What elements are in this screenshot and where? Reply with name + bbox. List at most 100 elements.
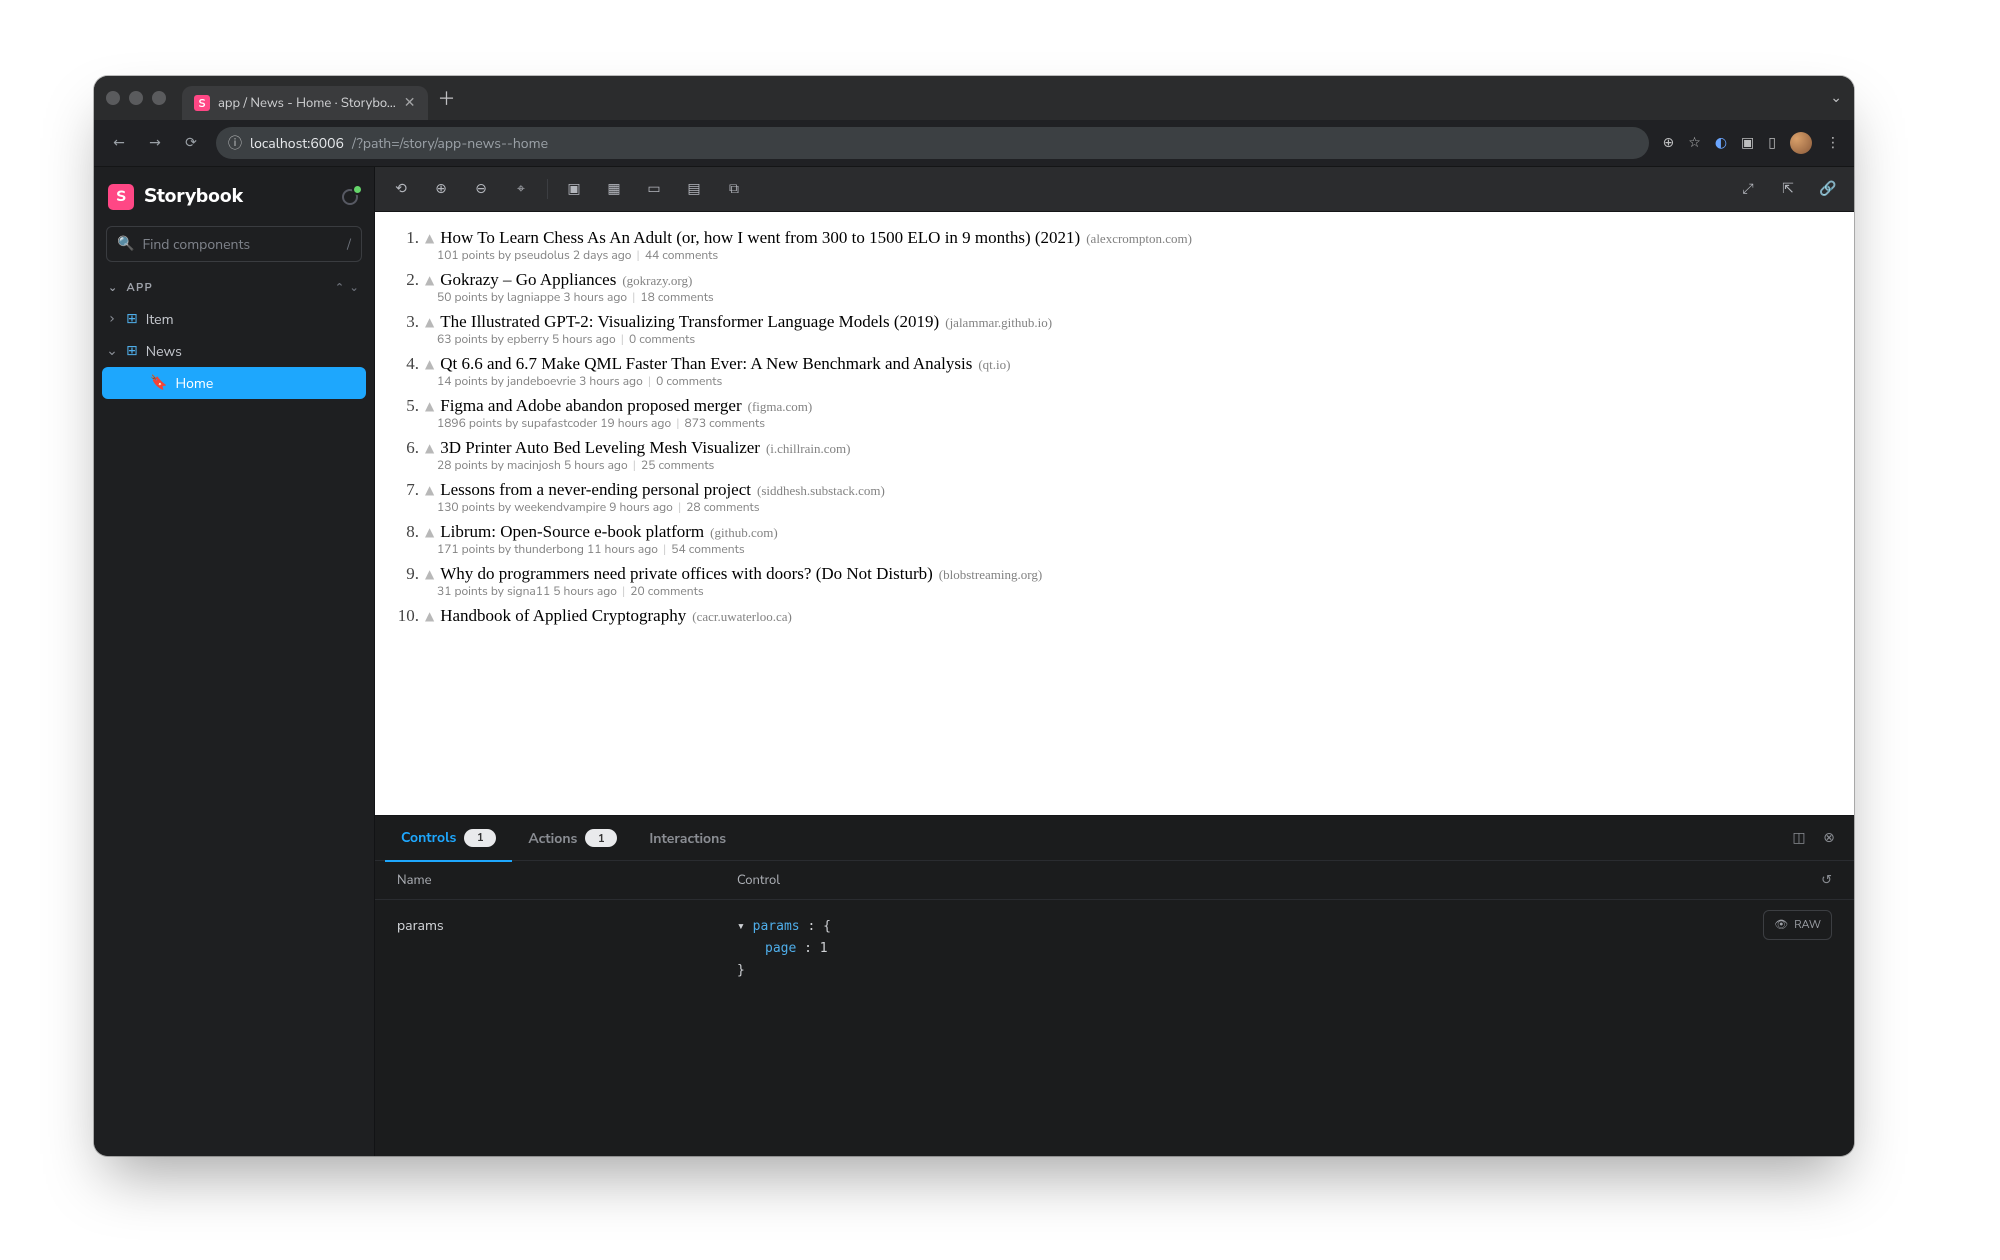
zoom-in-icon[interactable]: ⊕ [427, 175, 455, 203]
news-title-link[interactable]: The Illustrated GPT-2: Visualizing Trans… [440, 312, 939, 332]
viewport-icon[interactable]: ▭ [640, 175, 668, 203]
news-age[interactable]: 9 hours ago [609, 500, 673, 516]
open-external-icon[interactable]: ⇱ [1774, 175, 1802, 203]
sidebar-story-home[interactable]: 🔖 Home [102, 367, 366, 399]
news-age[interactable]: 5 hours ago [552, 332, 616, 348]
copy-link-icon[interactable]: 🔗 [1814, 175, 1842, 203]
upvote-icon[interactable]: ▲ [425, 231, 434, 245]
json-collapse-icon[interactable]: ▾ [737, 919, 753, 934]
upvote-icon[interactable]: ▲ [425, 315, 434, 329]
news-title-link[interactable]: Lessons from a never-ending personal pro… [440, 480, 751, 500]
news-age[interactable]: 3 hours ago [563, 290, 627, 306]
news-age[interactable]: 2 days ago [573, 248, 632, 264]
grid-icon[interactable]: ▦ [600, 175, 628, 203]
zoom-reset-icon[interactable]: ⌖ [507, 175, 535, 203]
news-comments-link[interactable]: 0 comments [656, 374, 722, 390]
browser-menu-icon[interactable]: ⋮ [1826, 135, 1840, 151]
news-title-link[interactable]: Handbook of Applied Cryptography [440, 606, 686, 626]
extension-icon[interactable]: ◐ [1715, 135, 1727, 151]
upvote-icon[interactable]: ▲ [425, 483, 434, 497]
upvote-icon[interactable]: ▲ [425, 399, 434, 413]
news-title-link[interactable]: Why do programmers need private offices … [440, 564, 933, 584]
news-comments-link[interactable]: 54 comments [671, 542, 744, 558]
extensions-puzzle-icon[interactable]: ▣ [1741, 135, 1754, 151]
zoom-icon[interactable]: ⊕ [1663, 135, 1675, 151]
upvote-icon[interactable]: ▲ [425, 525, 434, 539]
zoom-out-icon[interactable]: ⊖ [467, 175, 495, 203]
news-age[interactable]: 3 hours ago [579, 374, 643, 390]
news-comments-link[interactable]: 25 comments [641, 458, 714, 474]
upvote-icon[interactable]: ▲ [425, 357, 434, 371]
news-title-link[interactable]: Qt 6.6 and 6.7 Make QML Faster Than Ever… [440, 354, 972, 374]
control-row-value[interactable]: 👁 RAW ▾ params : { page : 1 [737, 916, 1832, 1140]
site-info-icon[interactable]: ⓘ [228, 133, 242, 153]
search-input[interactable]: 🔍 Find components / [106, 226, 362, 262]
news-author[interactable]: epberry [507, 332, 549, 348]
address-field[interactable]: ⓘ localhost:6006 /?path=/story/app-news-… [216, 127, 1649, 159]
news-author[interactable]: thunderbong [514, 542, 584, 558]
panel-orientation-icon[interactable]: ◫ [1784, 830, 1814, 846]
news-author[interactable]: macinjosh [507, 458, 561, 474]
news-title-link[interactable]: Gokrazy – Go Appliances [440, 270, 616, 290]
raw-toggle-button[interactable]: 👁 RAW [1763, 910, 1832, 940]
sidebar-item-news[interactable]: ⌄ ⊞ News [102, 335, 366, 367]
outline-icon[interactable]: ⧉ [720, 175, 748, 203]
news-site[interactable]: (qt.io) [978, 357, 1010, 373]
remount-icon[interactable]: ⟲ [387, 175, 415, 203]
fullscreen-icon[interactable]: ⤢ [1734, 175, 1762, 203]
news-comments-link[interactable]: 28 comments [686, 500, 759, 516]
close-tab-icon[interactable]: ✕ [404, 95, 416, 111]
upvote-icon[interactable]: ▲ [425, 273, 434, 287]
upvote-icon[interactable]: ▲ [425, 609, 434, 623]
news-author[interactable]: pseudolus [514, 248, 570, 264]
upvote-icon[interactable]: ▲ [425, 441, 434, 455]
sidebar-section-header[interactable]: ⌄ APP ⌃⌄ [94, 274, 374, 301]
news-site[interactable]: (jalammar.github.io) [945, 315, 1052, 331]
back-icon[interactable]: ← [108, 132, 130, 154]
news-site[interactable]: (figma.com) [748, 399, 813, 415]
tab-overflow-icon[interactable]: ⌄ [1830, 90, 1842, 106]
news-site[interactable]: (siddhesh.substack.com) [757, 483, 885, 499]
news-author[interactable]: jandeboevrie [507, 374, 576, 390]
reload-icon[interactable]: ⟳ [180, 132, 202, 154]
news-site[interactable]: (cacr.uwaterloo.ca) [692, 609, 792, 625]
news-site[interactable]: (github.com) [710, 525, 778, 541]
news-comments-link[interactable]: 44 comments [645, 248, 718, 264]
measure-icon[interactable]: ▤ [680, 175, 708, 203]
news-age[interactable]: 11 hours ago [587, 542, 658, 558]
zoom-window-dot[interactable] [152, 91, 166, 105]
background-icon[interactable]: ▣ [560, 175, 588, 203]
news-age[interactable]: 19 hours ago [600, 416, 671, 432]
news-title-link[interactable]: Figma and Adobe abandon proposed merger [440, 396, 741, 416]
news-site[interactable]: (i.chillrain.com) [766, 441, 850, 457]
news-comments-link[interactable]: 18 comments [640, 290, 713, 306]
news-site[interactable]: (alexcrompton.com) [1086, 231, 1192, 247]
news-author[interactable]: lagniappe [507, 290, 560, 306]
news-author[interactable]: supafastcoder [521, 416, 597, 432]
close-window-dot[interactable] [106, 91, 120, 105]
news-site[interactable]: (blobstreaming.org) [939, 567, 1042, 583]
news-site[interactable]: (gokrazy.org) [622, 273, 692, 289]
news-comments-link[interactable]: 0 comments [629, 332, 695, 348]
upvote-icon[interactable]: ▲ [425, 567, 434, 581]
news-age[interactable]: 5 hours ago [564, 458, 628, 474]
news-comments-link[interactable]: 20 comments [630, 584, 703, 600]
bookmark-star-icon[interactable]: ☆ [1688, 135, 1701, 151]
news-author[interactable]: weekendvampire [514, 500, 606, 516]
sidepanel-icon[interactable]: ▯ [1768, 135, 1776, 151]
tab-actions[interactable]: Actions 1 [512, 816, 633, 860]
news-title-link[interactable]: How To Learn Chess As An Adult (or, how … [440, 228, 1080, 248]
browser-tab[interactable]: S app / News - Home · Storybo… ✕ [182, 86, 428, 120]
forward-icon[interactable]: → [144, 132, 166, 154]
controls-reset-icon[interactable]: ↺ [1821, 873, 1832, 888]
news-age[interactable]: 5 hours ago [553, 584, 617, 600]
tab-interactions[interactable]: Interactions [633, 816, 742, 860]
new-tab-button[interactable]: ＋ [438, 85, 456, 111]
profile-avatar[interactable] [1790, 132, 1812, 154]
tab-controls[interactable]: Controls 1 [385, 816, 512, 862]
sidebar-item-item[interactable]: › ⊞ Item [102, 303, 366, 335]
minimize-window-dot[interactable] [129, 91, 143, 105]
news-title-link[interactable]: 3D Printer Auto Bed Leveling Mesh Visual… [440, 438, 760, 458]
expand-collapse-icon[interactable]: ⌃⌄ [335, 281, 360, 294]
status-indicator-icon[interactable] [340, 187, 360, 207]
